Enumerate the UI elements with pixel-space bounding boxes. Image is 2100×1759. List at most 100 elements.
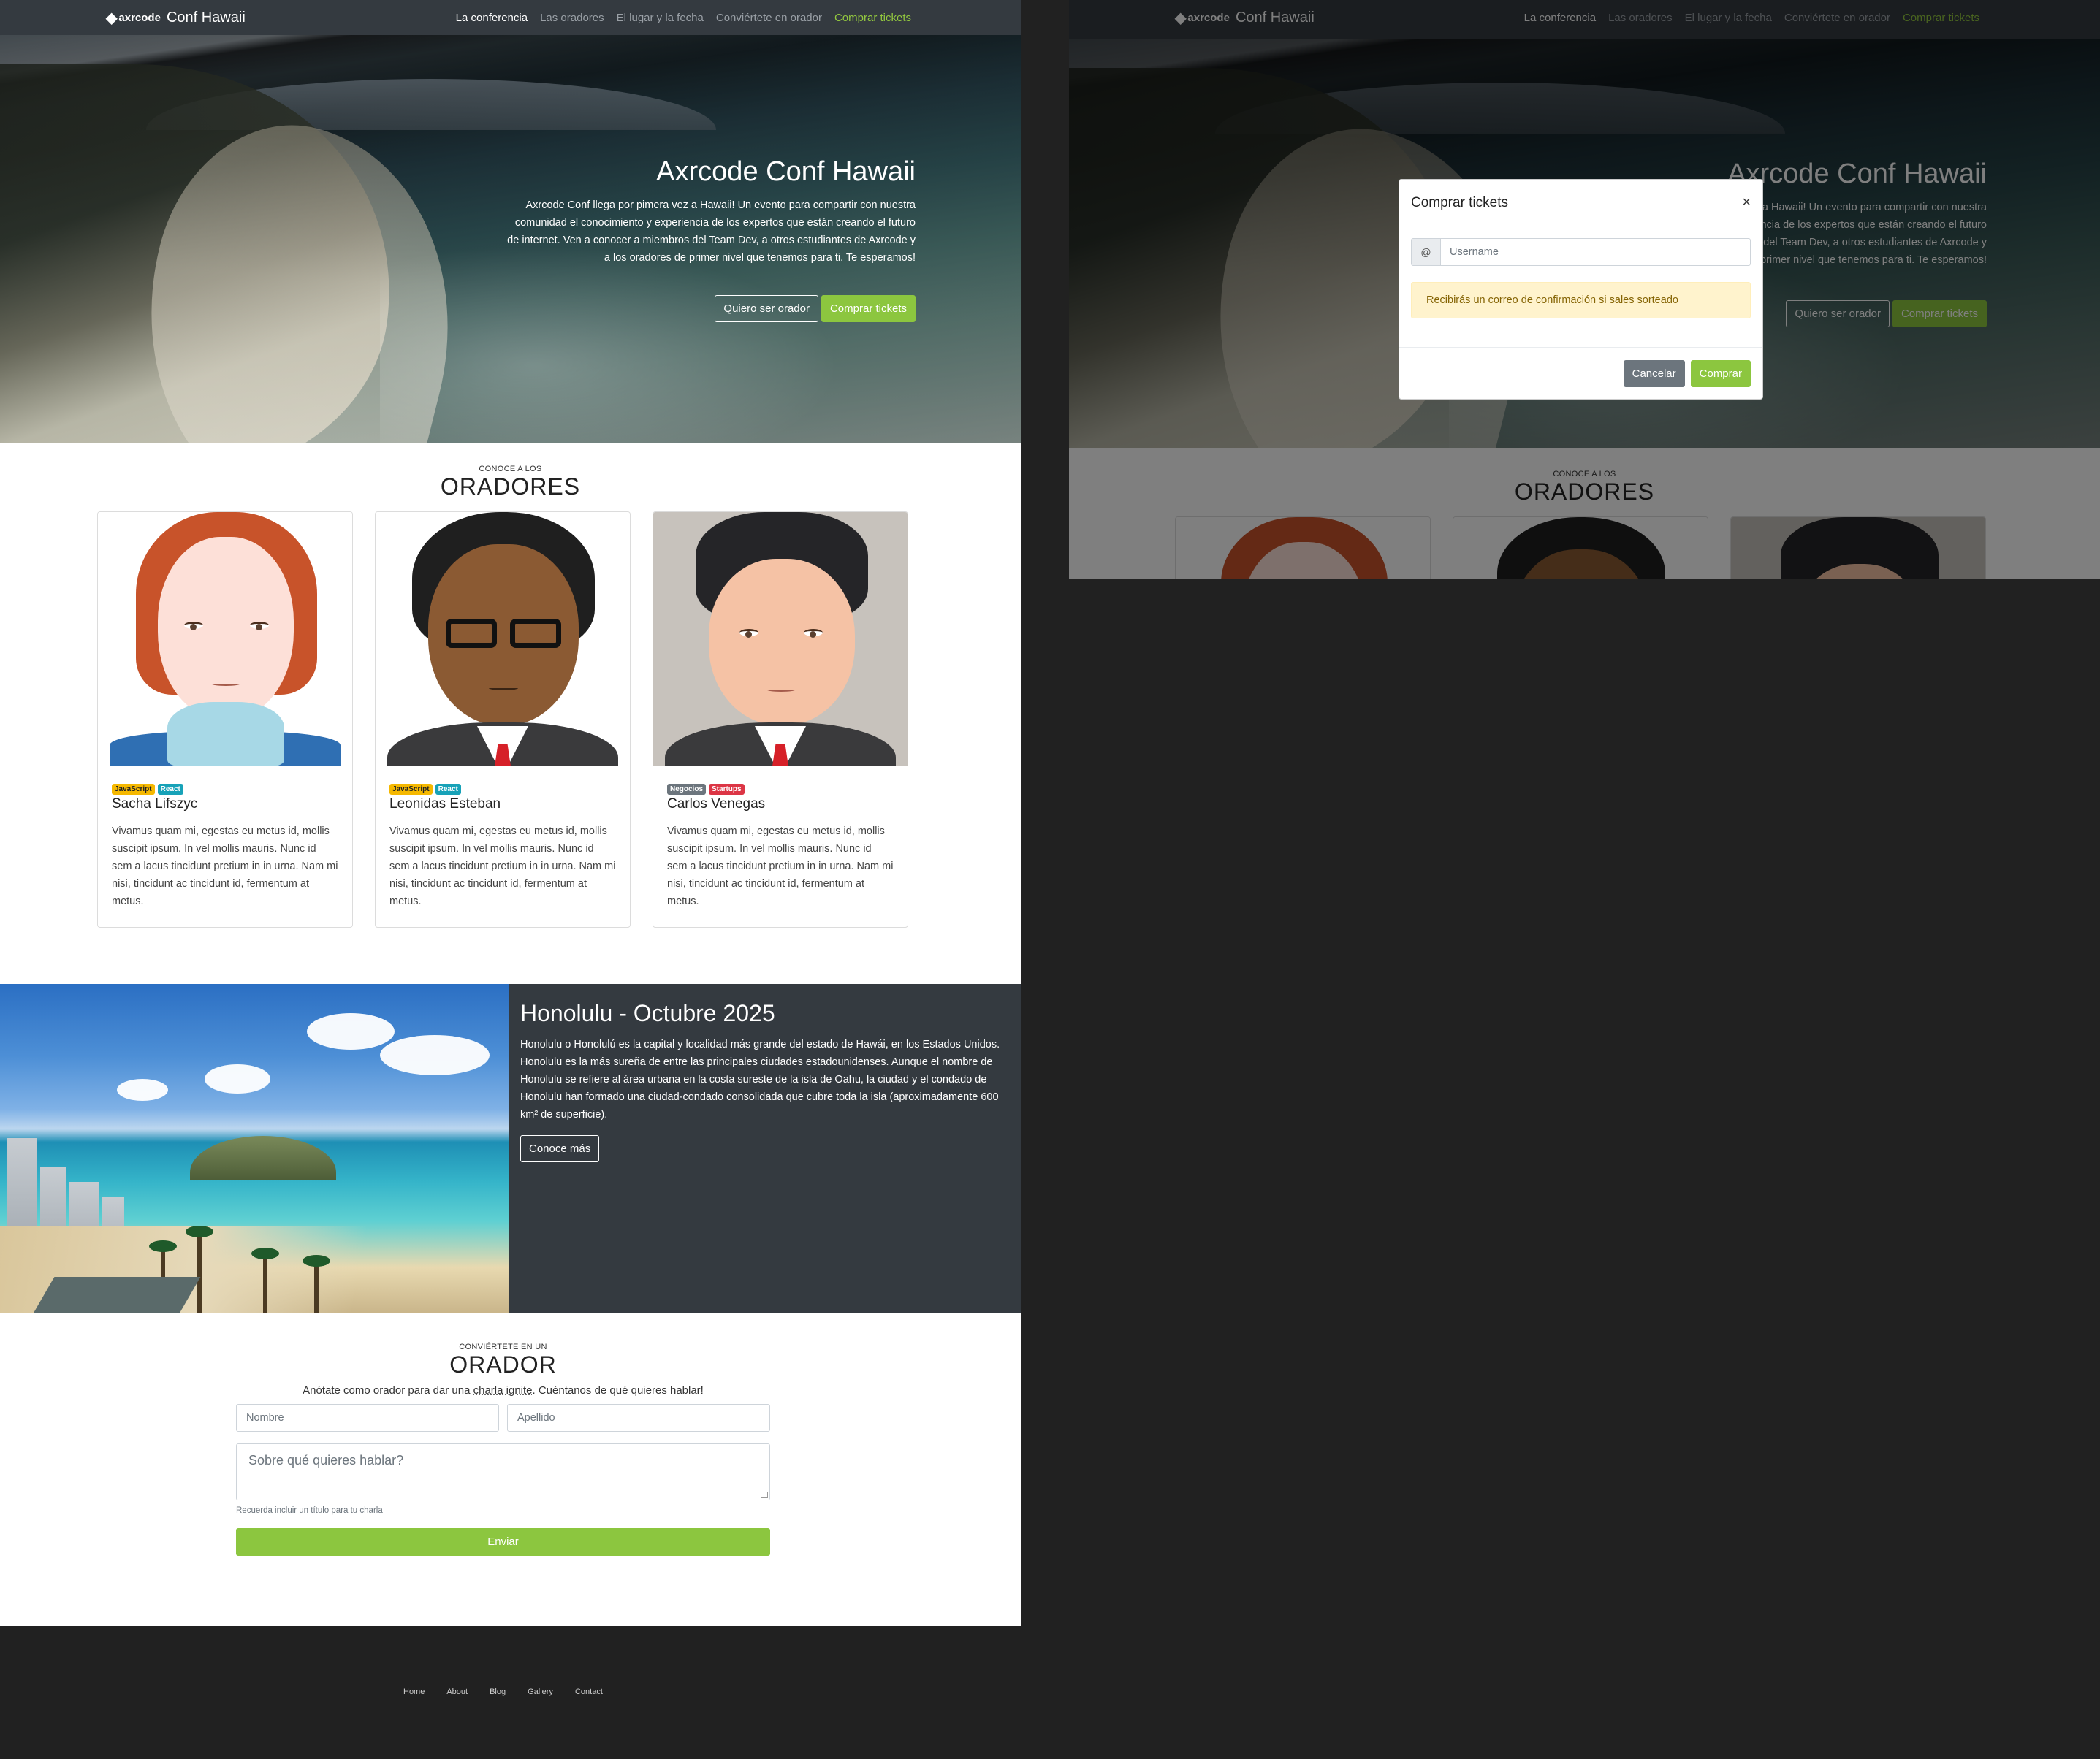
hero-description: Axrcode Conf llega por pimera vez a Hawa…	[507, 199, 916, 264]
speakers-title: ORADORES	[440, 473, 581, 500]
at-sign-icon: @	[1412, 239, 1441, 265]
topic-placeholder: Sobre qué quieres hablar?	[248, 1453, 404, 1468]
speaker-name: Carlos Venegas	[667, 796, 766, 812]
tag-badge: React	[435, 784, 461, 795]
speaker-name: Sacha Lifszyc	[112, 796, 198, 812]
nav-link-buy-tickets[interactable]: Comprar tickets	[834, 12, 911, 24]
tag-badge: Startups	[709, 784, 745, 795]
footer: Home About Blog Gallery Contact	[0, 1626, 1021, 1759]
tag-badge: JavaScript	[112, 784, 155, 795]
speaker-bio: Vivamus quam mi, egestas eu metus id, mo…	[389, 825, 616, 907]
logo-text: axrcode	[118, 11, 161, 24]
form-kicker: CONVIÉRTETE EN UN	[459, 1343, 547, 1351]
speakers-kicker: CONOCE A LOS	[479, 465, 542, 473]
form-title: ORADOR	[449, 1351, 557, 1378]
speaker-bio: Vivamus quam mi, egestas eu metus id, mo…	[112, 825, 338, 907]
username-input[interactable]: Username	[1441, 239, 1750, 265]
hero-section: Axrcode Conf Hawaii Axrcode Conf llega p…	[0, 35, 1021, 443]
speaker-portrait-carlos	[653, 512, 908, 766]
face-shape	[709, 559, 855, 725]
topic-textarea[interactable]: Sobre qué quieres hablar?	[236, 1443, 770, 1500]
nav-link-venue[interactable]: El lugar y la fecha	[617, 12, 704, 24]
lead-text-start: Anótate como orador para dar una	[303, 1384, 473, 1397]
speaker-name: Leonidas Esteban	[389, 796, 501, 812]
close-icon[interactable]: ×	[1742, 194, 1751, 211]
screenshot-canvas: ◆ axrcode Conf Hawaii La conferencia Las …	[0, 0, 2100, 1759]
lead-text-end: . Cuéntanos de qué quieres hablar!	[532, 1384, 704, 1397]
diamond-head-crater	[190, 1136, 336, 1180]
cancel-button[interactable]: Cancelar	[1623, 359, 1685, 387]
palm-tree	[251, 1248, 279, 1313]
cloud	[307, 1013, 395, 1050]
modal-footer: Cancelar Comprar	[1399, 347, 1762, 399]
form-lead: Anótate como orador para dar una charla …	[236, 1384, 770, 1397]
topic-hint: Recuerda incluir un título para tu charl…	[236, 1506, 383, 1515]
speaker-card: JavaScript React Leonidas Esteban Vivamu…	[375, 511, 631, 928]
venue-section: Honolulu - Octubre 2025 Honolulu o Honol…	[0, 984, 1021, 1313]
last-name-input[interactable]: Apellido	[507, 1404, 770, 1432]
username-input-group: @ Username	[1411, 238, 1751, 266]
venue-title: Honolulu - Octubre 2025	[520, 1000, 775, 1026]
confirmation-alert: Recibirás un correo de confirmación si s…	[1411, 282, 1751, 318]
navbar: ◆axrcode Conf Hawaii La conferencia Las …	[0, 0, 1021, 35]
landing-page-with-modal: ◆axrcode Conf Hawaii La conferencia Las …	[1069, 0, 2100, 579]
lead-underlined: charla ignite	[473, 1384, 533, 1397]
hero-title: Axrcode Conf Hawaii	[656, 156, 916, 187]
buy-tickets-modal: Comprar tickets × @ Username Recibirás u…	[1399, 179, 1763, 400]
submit-button[interactable]: Enviar	[236, 1528, 770, 1556]
scarf-shape	[167, 702, 284, 766]
palm-tree	[186, 1226, 213, 1313]
speaker-portrait-sacha	[98, 512, 352, 766]
modal-title: Comprar tickets	[1411, 194, 1509, 210]
rooftop	[33, 1277, 201, 1313]
footer-link-blog[interactable]: Blog	[490, 1687, 506, 1696]
glasses-left-lens	[446, 619, 497, 648]
modal-header: Comprar tickets ×	[1399, 180, 1762, 226]
face-shape	[158, 537, 294, 720]
first-name-input[interactable]: Nombre	[236, 1404, 499, 1432]
nav-link-speakers[interactable]: Las oradores	[540, 12, 604, 24]
modal-body: @ Username Recibirás un correo de confir…	[1399, 226, 1762, 330]
left-eye	[739, 629, 758, 638]
username-placeholder: Username	[1450, 246, 1499, 258]
mouth	[489, 686, 518, 690]
palm-tree	[303, 1255, 330, 1313]
right-eye	[250, 622, 269, 630]
mouth	[211, 682, 240, 686]
nav-link-conference[interactable]: La conferencia	[456, 12, 528, 24]
hero-text: Axrcode Conf Hawaii Axrcode Conf llega p…	[506, 156, 916, 267]
axrcode-logo: ◆axrcode	[106, 9, 161, 27]
cloud	[117, 1079, 168, 1101]
speaker-card: Negocios Startups Carlos Venegas Vivamus…	[653, 511, 908, 928]
tag-badge: Negocios	[667, 784, 707, 795]
footer-link-gallery[interactable]: Gallery	[528, 1687, 553, 1696]
tag-badge: JavaScript	[389, 784, 433, 795]
brand-title: Conf Hawaii	[166, 9, 246, 26]
venue-description: Honolulu o Honolulú es la capital y loca…	[520, 1039, 1000, 1121]
speaker-cards: JavaScript React Sacha Lifszyc Vivamus q…	[97, 511, 908, 928]
footer-link-home[interactable]: Home	[403, 1687, 425, 1696]
buy-tickets-button[interactable]: Comprar tickets	[821, 295, 916, 322]
axrcode-logo-icon: ◆	[106, 9, 118, 26]
hero-buttons: Quiero ser orador Comprar tickets	[715, 295, 916, 322]
brand[interactable]: ◆axrcode Conf Hawaii	[106, 0, 246, 35]
footer-link-about[interactable]: About	[446, 1687, 468, 1696]
buy-button[interactable]: Comprar	[1690, 359, 1751, 387]
footer-link-contact[interactable]: Contact	[575, 1687, 603, 1696]
venue-info: Honolulu - Octubre 2025 Honolulu o Honol…	[520, 1000, 1017, 1162]
speaker-bio: Vivamus quam mi, egestas eu metus id, mo…	[667, 825, 894, 907]
cloud	[380, 1035, 490, 1075]
nav-link-become-speaker[interactable]: Conviértete en orador	[716, 12, 822, 24]
honolulu-photo	[0, 984, 509, 1313]
learn-more-button[interactable]: Conoce más	[520, 1135, 600, 1162]
footer-links: Home About Blog Gallery Contact	[403, 1687, 603, 1696]
speaker-card: JavaScript React Sacha Lifszyc Vivamus q…	[97, 511, 353, 928]
become-speaker-section: CONVIÉRTETE EN UN ORADOR Anótate como or…	[0, 1313, 1021, 1626]
left-eye	[184, 622, 203, 630]
become-speaker-button[interactable]: Quiero ser orador	[715, 295, 818, 322]
mouth	[766, 687, 796, 692]
glasses-right-lens	[510, 619, 561, 648]
landing-page-full: ◆ axrcode Conf Hawaii La conferencia Las …	[0, 0, 1021, 1759]
nav-links: La conferencia Las oradores El lugar y l…	[456, 0, 911, 35]
speaker-portrait-leonidas	[376, 512, 630, 766]
